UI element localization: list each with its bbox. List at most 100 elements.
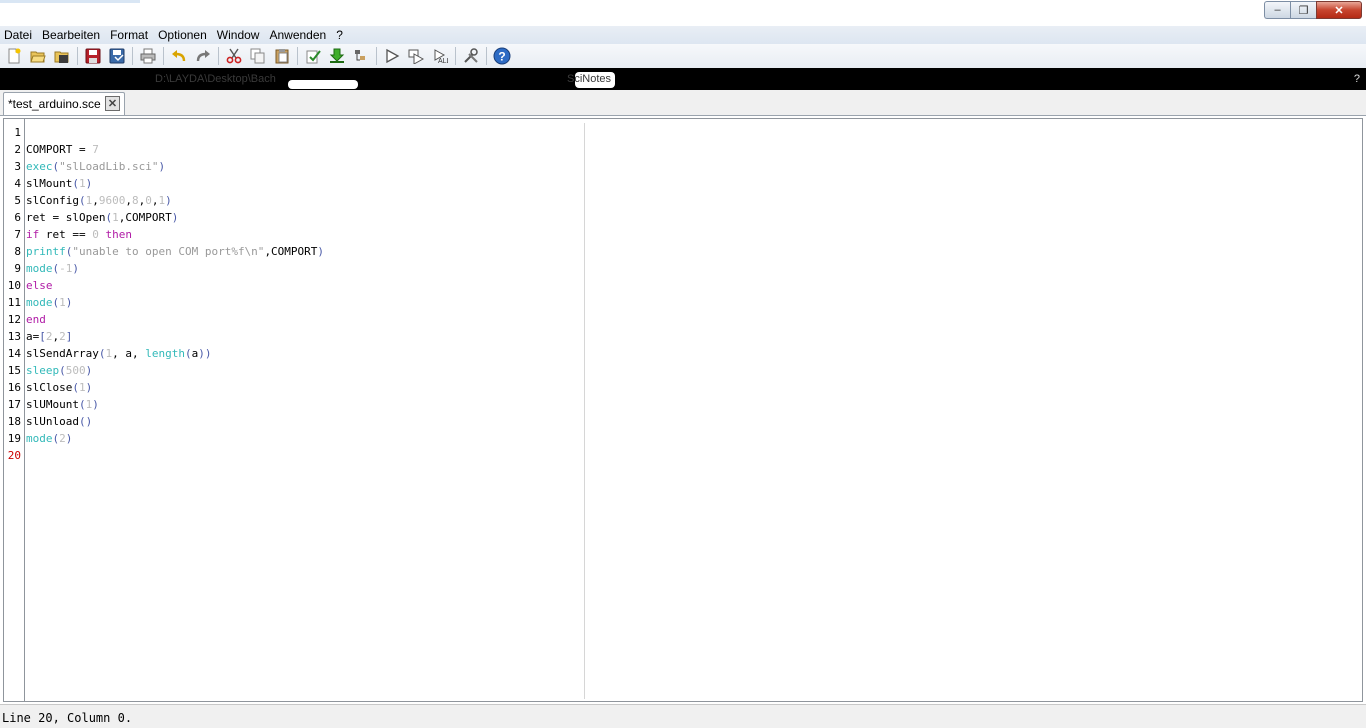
code-token: , [125,194,132,207]
code-line[interactable]: else [26,277,53,294]
code-line[interactable]: printf("unable to open COM port%f\n",COM… [26,243,324,260]
run-with-echo-icon[interactable] [406,46,426,66]
redo-icon[interactable] [193,46,213,66]
code-line[interactable]: mode(2) [26,430,72,447]
open-recent-icon[interactable] [52,46,72,66]
code-line[interactable]: slSendArray(1, a, length(a)) [26,345,211,362]
code-token: ) [158,160,166,173]
menu-window[interactable]: Window [212,26,265,44]
code-line[interactable]: a=[2,2] [26,328,72,345]
code-token: ret == [39,228,93,241]
code-token: exec [26,160,53,173]
code-token: 0 [145,194,152,207]
minimize-button[interactable]: – [1264,1,1290,19]
load-into-scilab-icon[interactable] [327,46,347,66]
maximize-button[interactable]: ❐ [1290,1,1316,19]
undo-icon[interactable] [169,46,189,66]
window-controls: – ❐ ✕ [1264,1,1362,20]
path-bar: D:\LAYDA\Desktop\Bach SciNotes ? [0,68,1366,90]
line-number: 11 [7,296,21,309]
code-token: ( [184,347,192,360]
line-number: 8 [14,245,21,258]
code-token: ) [65,432,73,445]
code-token: slSendArray [26,347,99,360]
code-token: slMount [26,177,73,190]
menu-anwenden[interactable]: Anwenden [264,26,331,44]
line-number-gutter: 1 2 3 4 5 6 7 8 9 10 11 12 13 14 15 16 17 18 19 20 [4,119,25,701]
line-number: 18 [7,415,21,428]
code-token: ( [72,177,79,190]
line-number: 3 [14,160,21,173]
paste-icon[interactable] [272,46,292,66]
code-line[interactable]: end [26,311,46,328]
tab-test-arduino[interactable]: *test_arduino.sce ✕ [3,92,125,115]
open-file-icon[interactable] [28,46,48,66]
code-token: "unable to open COM port%f\n" [72,245,265,258]
line-number: 6 [14,211,21,224]
toolbar-separator [455,47,456,65]
code-token: 7 [92,143,99,156]
code-token: end [26,313,46,326]
toolbar-separator [486,47,487,65]
code-line[interactable]: ret = slOpen(1,COMPORT) [26,209,178,226]
code-token: mode [26,296,53,309]
code-line[interactable]: slUnload() [26,413,92,430]
menu-help[interactable]: ? [331,26,348,44]
code-line[interactable]: mode(1) [26,294,72,311]
print-icon[interactable] [138,46,158,66]
code-token: 1 [112,211,119,224]
toolbar-separator [77,47,78,65]
line-number: 16 [7,381,21,394]
menu-bearbeiten[interactable]: Bearbeiten [37,26,105,44]
code-token: -1 [59,262,73,275]
cut-icon[interactable] [224,46,244,66]
undock-button[interactable]: ? [1354,68,1360,90]
menu-format[interactable]: Format [105,26,153,44]
menu-datei[interactable]: Datei [0,26,37,44]
toolbar-separator [163,47,164,65]
code-line[interactable]: exec("slLoadLib.sci") [26,158,165,175]
execute-icon[interactable] [351,46,371,66]
code-editor[interactable]: 1 2 3 4 5 6 7 8 9 10 11 12 13 14 15 16 17 18 19 20 COMPORT … [3,118,1363,702]
code-line[interactable]: mode(-1) [26,260,79,277]
code-token: ) [165,194,172,207]
line-number: 2 [14,143,21,156]
new-file-icon[interactable] [4,46,24,66]
close-tab-icon[interactable]: ✕ [105,96,120,111]
code-token: ) [171,211,179,224]
line-number: 5 [14,194,21,207]
code-line[interactable]: slUMount(1) [26,396,99,413]
code-token: ( [59,364,66,377]
editor-label: SciNotes [567,73,612,85]
code-line[interactable]: sleep(500) [26,362,92,379]
code-token: , a, [112,347,146,360]
tab-bar: *test_arduino.sce ✕ [0,90,1366,116]
cursor-position: Line 20, Column 0. [2,711,133,725]
code-token: 1 [78,381,86,394]
path-bar-highlight [288,80,358,89]
copy-icon[interactable] [248,46,268,66]
code-token: length [145,347,185,360]
code-line[interactable]: COMPORT = 7 [26,141,99,158]
code-line[interactable]: if ret == 0 then [26,226,132,243]
code-token: slUnload [26,415,79,428]
code-token: ] [65,330,73,343]
tab-title: *test_arduino.sce [8,97,101,111]
help-icon[interactable]: ? [492,46,512,66]
save-as-icon[interactable] [107,46,127,66]
menu-optionen[interactable]: Optionen [153,26,212,44]
code-token: ) [65,296,73,309]
check-icon[interactable] [303,46,323,66]
line-number: 1 [14,126,21,139]
toolbar: ALL ? [0,44,1366,68]
title-bar: – ❐ ✕ [0,0,1366,26]
code-line[interactable]: slClose(1) [26,379,92,396]
code-line[interactable]: slConfig(1,9600,8,0,1) [26,192,172,209]
tools-icon[interactable] [461,46,481,66]
code-line[interactable]: slMount(1) [26,175,92,192]
toolbar-separator [132,47,133,65]
run-tests-icon[interactable]: ALL [430,46,450,66]
close-window-button[interactable]: ✕ [1316,1,1362,19]
save-icon[interactable] [83,46,103,66]
run-icon[interactable] [382,46,402,66]
